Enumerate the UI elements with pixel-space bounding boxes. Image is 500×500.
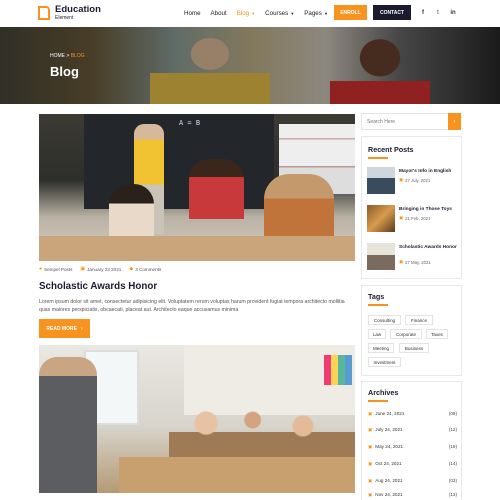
wall-poster — [324, 355, 352, 385]
search-input[interactable]: Search Here — [361, 113, 461, 130]
breadcrumb: HOME > BLOG — [50, 53, 85, 59]
teacher-figure — [39, 357, 97, 493]
main-nav: Home About Blog ▼ Courses ▼ Pages ▼ — [184, 10, 328, 17]
calendar-icon: ▣ — [368, 410, 373, 416]
recent-post-item[interactable]: Bringing in Those Toys ▣ 21 Feb, 2021 — [367, 205, 459, 233]
archives-widget: Archives ▣ June 24, 2021 (09) ▣ July 24, 20… — [361, 381, 462, 500]
calendar-icon: ▣ — [399, 215, 404, 220]
page-hero: HOME > BLOG Blog — [0, 27, 500, 104]
archive-item[interactable]: ▣ June 24, 2021 (09) — [368, 409, 457, 418]
archive-item[interactable]: ▣ Nov 24, 2021 (13) — [368, 490, 457, 499]
recent-post-thumbnail — [367, 205, 395, 232]
archive-item[interactable]: ▣ July 24, 2021 (12) — [368, 425, 457, 434]
breadcrumb-separator: > — [66, 53, 70, 59]
post-featured-image-2[interactable] — [39, 345, 355, 493]
tags-title: Tags — [368, 292, 385, 301]
nav-item-home[interactable]: Home — [184, 10, 201, 17]
recent-post-title[interactable]: Mayor's Info in English — [399, 169, 459, 175]
recent-post-title[interactable]: Bringing in Those Toys — [399, 207, 459, 213]
chalkboard-writing: A = B — [179, 119, 201, 127]
title-underline — [368, 400, 388, 402]
nav-item-about[interactable]: About — [211, 10, 227, 17]
search-button[interactable]: › — [448, 113, 461, 130]
post-date: ▣ January 23 2021 — [80, 266, 122, 272]
comment-icon: ◆ — [129, 266, 134, 272]
calendar-icon: ▣ — [399, 177, 404, 182]
calendar-icon: ▣ — [399, 259, 404, 264]
nav-item-courses[interactable]: Courses ▼ — [265, 10, 294, 17]
breadcrumb-current: BLOG — [70, 53, 85, 59]
linkedin-icon[interactable]: in — [447, 7, 459, 19]
archive-item[interactable]: ▣ Aug 24, 2021 (03) — [368, 476, 457, 485]
student-figure — [189, 159, 244, 219]
logo-subtitle: Element — [55, 15, 74, 21]
recent-post-date: ▣ 27 July, 2021 — [399, 177, 431, 183]
tag-business[interactable]: Business — [399, 343, 429, 353]
tags-widget: Tags Consulting Finance Law Corporate Ta… — [361, 285, 462, 376]
post-meta: ● Sempel Posts ▣ January 23 2021 ◆ 3 Commen… — [39, 266, 161, 272]
calendar-icon: ▣ — [368, 443, 373, 449]
chevron-down-icon: ▼ — [250, 11, 256, 16]
recent-post-thumbnail — [367, 243, 395, 270]
contact-button[interactable]: CONTACT — [373, 5, 411, 20]
tag-law[interactable]: Law — [368, 329, 386, 339]
nav-item-pages[interactable]: Pages ▼ — [304, 10, 328, 17]
archive-item[interactable]: ▣ Oct 24, 2021 (14) — [368, 459, 457, 468]
title-underline — [368, 157, 388, 159]
classroom-desks — [119, 457, 355, 493]
recent-posts-widget: Recent Posts Mayor's Info in English ▣ 27… — [361, 136, 462, 279]
recent-post-item[interactable]: Scholastic Awards Honor ▣ 27 May, 2021 — [367, 243, 459, 271]
post-title[interactable]: Scholastic Awards Honor — [39, 281, 157, 292]
calendar-icon: ▣ — [368, 460, 373, 466]
recent-post-date: ▣ 21 Feb, 2021 — [399, 215, 431, 221]
read-more-button[interactable]: READ MORE › — [39, 319, 90, 338]
chevron-right-icon: › — [453, 118, 456, 125]
site-header: Education Element Home About Blog ▼ Cour… — [0, 0, 500, 27]
facebook-icon[interactable]: f — [417, 7, 429, 19]
calendar-icon: ▣ — [368, 477, 373, 483]
post-featured-image[interactable]: A = B — [39, 114, 355, 261]
chevron-down-icon: ▼ — [289, 11, 295, 16]
post-comments[interactable]: ◆ 3 Comments — [129, 266, 161, 272]
nav-item-blog[interactable]: Blog ▼ — [237, 10, 255, 17]
title-underline — [368, 304, 388, 306]
tag-taxes[interactable]: Taxes — [426, 329, 448, 339]
chevron-down-icon: ▼ — [322, 11, 328, 16]
recent-post-item[interactable]: Mayor's Info in English ▣ 27 July, 2021 — [367, 167, 459, 195]
enroll-button[interactable]: ENROLL — [334, 5, 367, 20]
recent-posts-title: Recent Posts — [368, 145, 414, 154]
page-title: Blog — [50, 64, 79, 79]
recent-post-date: ▣ 27 May, 2021 — [399, 259, 431, 265]
tag-meeting[interactable]: Meeting — [368, 343, 394, 353]
calendar-icon: ▣ — [80, 266, 86, 272]
tag-consulting[interactable]: Consulting — [368, 315, 401, 325]
tag-finance[interactable]: Finance — [405, 315, 433, 325]
students-group — [169, 405, 355, 465]
recent-post-thumbnail — [367, 167, 395, 194]
post-author[interactable]: ● Sempel Posts — [39, 266, 72, 272]
classroom-desk — [39, 236, 355, 261]
archive-item[interactable]: ▣ May 24, 2021 (19) — [368, 442, 457, 451]
site-logo[interactable]: Education Element — [38, 5, 101, 22]
logo-book-icon — [38, 6, 50, 20]
tag-investment[interactable]: Investment — [368, 357, 401, 367]
recent-post-title[interactable]: Scholastic Awards Honor — [399, 245, 459, 251]
arrow-right-icon: › — [80, 325, 83, 332]
post-excerpt: Lorem ipsum dolor sit amet, consectetur … — [39, 299, 345, 313]
user-icon: ● — [39, 266, 43, 272]
tag-corporate[interactable]: Corporate — [390, 329, 422, 339]
archives-title: Archives — [368, 388, 399, 397]
twitter-icon[interactable]: t — [432, 7, 444, 19]
calendar-icon: ▣ — [368, 426, 373, 432]
breadcrumb-home[interactable]: HOME — [50, 53, 65, 59]
calendar-icon: ▣ — [368, 491, 373, 497]
logo-title: Education — [55, 4, 101, 15]
